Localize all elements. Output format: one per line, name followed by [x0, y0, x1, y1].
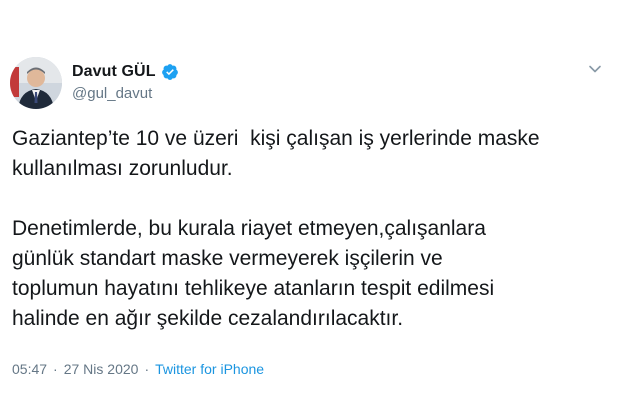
display-name[interactable]: Davut GÜL	[72, 63, 156, 81]
meta-separator: ·	[53, 361, 58, 377]
handle[interactable]: @gul_davut	[72, 85, 179, 102]
tweet-meta: 05:47 · 27 Nis 2020 · Twitter for iPhone	[12, 361, 264, 377]
meta-separator: ·	[144, 361, 150, 377]
tweet-source-link[interactable]: Twitter for iPhone	[155, 361, 264, 377]
tweet-paragraph: Denetimlerde, bu kurala riayet etmeyen,ç…	[12, 217, 495, 330]
chevron-down-icon[interactable]	[588, 62, 602, 76]
name-row: Davut GÜL	[72, 62, 179, 82]
tweet-text: Gaziantep’te 10 ve üzeri kişi çalışan iş…	[12, 124, 612, 334]
tweet-card: Davut GÜL @gul_davut Gaziantep’te 10 ve …	[0, 0, 620, 413]
tweet-date[interactable]: 27 Nis 2020	[64, 361, 139, 377]
tweet-time[interactable]: 05:47	[12, 361, 47, 377]
tweet-paragraph: Gaziantep’te 10 ve üzeri kişi çalışan iş…	[12, 127, 540, 180]
avatar-image	[10, 57, 62, 109]
verified-badge-icon	[161, 63, 179, 81]
avatar[interactable]	[10, 57, 62, 109]
user-info: Davut GÜL @gul_davut	[72, 62, 179, 102]
